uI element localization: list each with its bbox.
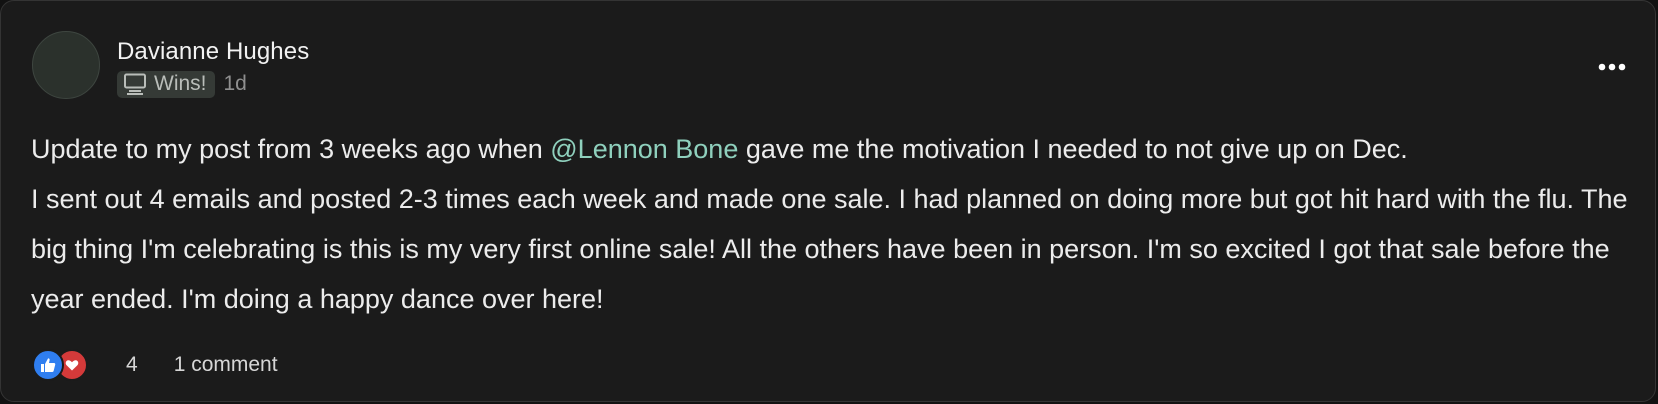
post-meta: Wins! 1d bbox=[117, 70, 247, 98]
category-badge[interactable]: Wins! bbox=[117, 70, 215, 98]
post-timestamp: 1d bbox=[223, 72, 247, 95]
author-name[interactable]: Davianne Hughes bbox=[117, 37, 309, 67]
monitor-icon bbox=[123, 73, 154, 95]
post-card: Davianne Hughes Wins! 1d Update to my po… bbox=[0, 0, 1656, 402]
reactions-summary[interactable] bbox=[32, 349, 88, 381]
post-text-before-mention: Update to my post from 3 weeks ago when bbox=[31, 134, 551, 164]
avatar[interactable] bbox=[32, 31, 100, 99]
post-footer: 4 1 comment bbox=[32, 349, 278, 381]
post-text-after-mention: gave me the motivation I needed to not g… bbox=[738, 134, 1408, 164]
comments-link[interactable]: 1 comment bbox=[174, 353, 278, 377]
more-options-button[interactable] bbox=[1595, 53, 1629, 81]
post-paragraph-2: I sent out 4 emails and posted 2-3 times… bbox=[31, 184, 1628, 314]
post-paragraph-1: Update to my post from 3 weeks ago when … bbox=[31, 124, 1631, 174]
reaction-count[interactable]: 4 bbox=[126, 353, 138, 377]
category-label: Wins! bbox=[154, 72, 207, 95]
more-icon bbox=[1595, 53, 1629, 81]
mention-link[interactable]: @Lennon Bone bbox=[550, 134, 738, 164]
thumbs-up-icon bbox=[32, 349, 64, 381]
post-body: Update to my post from 3 weeks ago when … bbox=[31, 124, 1631, 324]
